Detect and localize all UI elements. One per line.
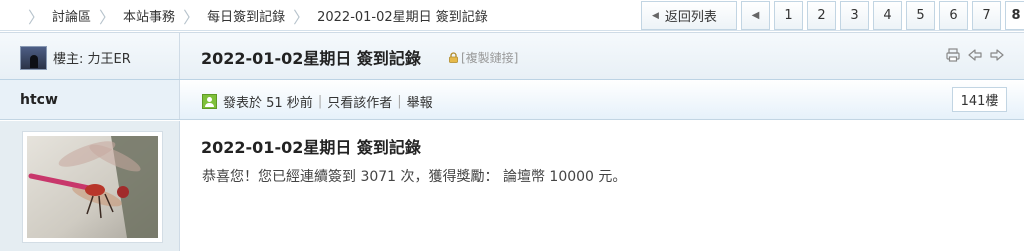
post-author-row: htcw 發表於 51 秒前 | 只看該作者 | 舉報 141樓: [0, 80, 1024, 120]
post-time: 發表於 51 秒前: [223, 96, 313, 111]
author-sidebar: [0, 121, 180, 251]
owner-avatar[interactable]: [20, 46, 47, 70]
author-cell: htcw: [0, 80, 180, 119]
post-title: 2022-01-02星期日 簽到記錄: [201, 138, 421, 157]
page-link-2[interactable]: 2: [807, 1, 836, 30]
breadcrumb-current-thread[interactable]: 2022-01-02星期日 簽到記錄: [317, 6, 488, 25]
breadcrumb-daily-checkin[interactable]: 每日簽到記錄: [207, 6, 285, 25]
page-link-1[interactable]: 1: [774, 1, 803, 30]
online-status-icon: [202, 94, 217, 109]
page-link-5[interactable]: 5: [906, 1, 935, 30]
back-to-list-label: 返回列表: [664, 10, 717, 25]
arrow-left-icon: ◀: [652, 10, 659, 21]
breadcrumb-site-affairs[interactable]: 本站事務: [123, 6, 175, 25]
page-current: 8: [1005, 1, 1024, 30]
next-thread-icon[interactable]: [989, 47, 1005, 63]
floor-number[interactable]: 141樓: [952, 87, 1007, 112]
dragonfly-avatar-image: [27, 136, 158, 238]
author-avatar[interactable]: [22, 131, 163, 243]
thread-header: 樓主: 力王ER 2022-01-02星期日 簽到記錄 [複製鏈接]: [0, 32, 1024, 80]
back-to-list-button[interactable]: ◀ 返回列表: [641, 1, 737, 30]
breadcrumb-separator-icon: 〉: [99, 7, 116, 27]
breadcrumb-separator-icon: 〉: [28, 7, 45, 27]
page-link-7[interactable]: 7: [972, 1, 1001, 30]
lock-icon: [448, 51, 459, 63]
copy-link-button[interactable]: [複製鏈接]: [461, 49, 518, 66]
prev-page-button[interactable]: ◀: [741, 1, 770, 30]
only-author-link[interactable]: 只看該作者: [327, 92, 392, 111]
thread-title: 2022-01-02星期日 簽到記錄: [201, 49, 421, 68]
breadcrumb-separator-icon: 〉: [293, 7, 310, 27]
page-link-4[interactable]: 4: [873, 1, 902, 30]
post-meta: 發表於 51 秒前 | 只看該作者 | 舉報: [223, 92, 433, 111]
thread-tools: [945, 47, 1005, 63]
breadcrumb-separator-icon: 〉: [183, 7, 200, 27]
thread-owner-label[interactable]: 樓主: 力王ER: [53, 48, 131, 67]
divider: |: [317, 94, 323, 109]
pagination: ◀ 返回列表 ◀ 1 2 3 4 5 6 7 8: [641, 0, 1024, 31]
prev-thread-icon[interactable]: [967, 47, 983, 63]
page-link-6[interactable]: 6: [939, 1, 968, 30]
page-link-3[interactable]: 3: [840, 1, 869, 30]
print-icon[interactable]: [945, 47, 961, 63]
divider: |: [397, 94, 402, 109]
author-name[interactable]: htcw: [20, 92, 58, 108]
breadcrumb-forum[interactable]: 討論區: [52, 6, 91, 25]
top-bar: 〉 討論區 〉 本站事務 〉 每日簽到記錄 〉 2022-01-02星期日 簽到…: [0, 0, 1024, 31]
post-content: 恭喜您！您已經連續簽到 3071 次，獲得獎勵： 論壇幣 10000 元。: [202, 169, 627, 185]
arrow-left-icon: ◀: [751, 10, 760, 21]
report-link[interactable]: 舉報: [407, 92, 433, 111]
breadcrumb: 〉 討論區 〉 本站事務 〉 每日簽到記錄 〉 2022-01-02星期日 簽到…: [28, 0, 488, 31]
thread-owner-cell: 樓主: 力王ER: [0, 33, 180, 79]
